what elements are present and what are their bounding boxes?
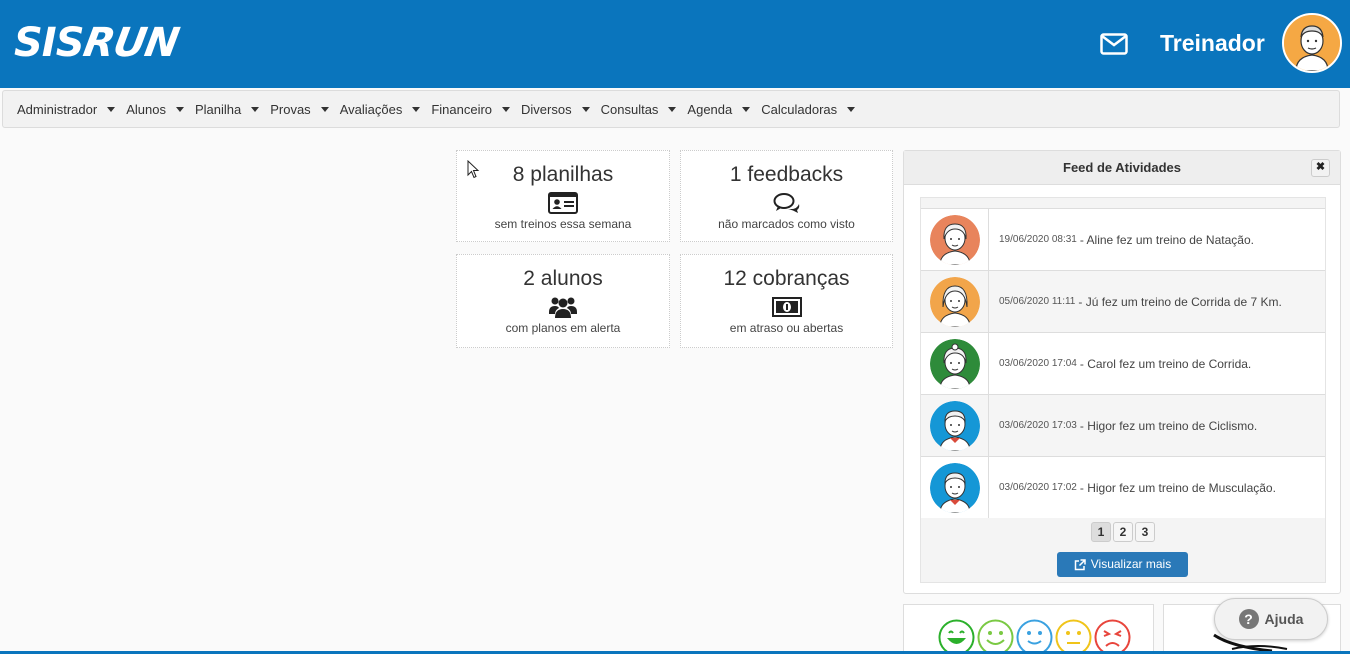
- sisrun-logo[interactable]: SIS RUN: [14, 20, 181, 66]
- card-count: 8 planilhas: [512, 163, 614, 186]
- feed-date: 03/06/2020 17:04: [999, 358, 1077, 369]
- feed-text: - Carol fez um treino de Corrida.: [1079, 356, 1252, 371]
- nav-label: Avaliações: [339, 101, 403, 117]
- user-avatar[interactable]: [1282, 13, 1342, 73]
- card-desc: em atraso ou abertas: [729, 321, 844, 335]
- caret-down-icon: [668, 106, 677, 112]
- nav-label: Alunos: [126, 101, 166, 117]
- id-card-icon: [548, 192, 578, 214]
- nav-label: Diversos: [521, 101, 572, 117]
- feed-text: - Higor fez um treino de Musculação.: [1079, 480, 1276, 495]
- nav-alunos[interactable]: Alunos: [126, 102, 184, 117]
- athlete-avatar: [929, 462, 980, 513]
- feed-date: 03/06/2020 17:02: [999, 482, 1077, 493]
- card-alunos[interactable]: 2 alunos com planos em alerta: [456, 254, 670, 348]
- feed-date: 05/06/2020 11:11: [999, 296, 1076, 307]
- logo-text-right: RUN: [79, 20, 182, 66]
- feed-row[interactable]: 03/06/2020 17:03- Higor fez um treino de…: [921, 394, 1325, 456]
- athlete-avatar: [929, 400, 980, 451]
- feed-table: 19/06/2020 08:31- Aline fez um treino de…: [921, 208, 1325, 518]
- feed-text: - Aline fez um treino de Natação.: [1079, 232, 1254, 247]
- nav-label: Financeiro: [431, 101, 493, 117]
- help-label: Ajuda: [1264, 611, 1304, 627]
- nav-label: Calculadoras: [761, 101, 838, 117]
- card-count: 12 cobranças: [723, 267, 850, 290]
- help-button[interactable]: ? Ajuda: [1214, 598, 1328, 640]
- question-icon: ?: [1238, 609, 1259, 629]
- athlete-avatar: [929, 276, 980, 327]
- money-icon: [771, 297, 802, 317]
- feed-pagination: 1 2 3: [921, 522, 1325, 542]
- trainer-face-icon: [1284, 15, 1340, 71]
- feed-row[interactable]: 03/06/2020 17:04- Carol fez um treino de…: [921, 332, 1325, 394]
- card-desc: sem treinos essa semana: [494, 217, 632, 231]
- user-name[interactable]: Treinador: [1160, 30, 1265, 57]
- comments-icon: [773, 193, 799, 213]
- feed-list-container: 19/06/2020 08:31- Aline fez um treino de…: [920, 197, 1326, 583]
- card-count: 1 feedbacks: [729, 163, 844, 186]
- smile-face-icon[interactable]: [1016, 619, 1053, 654]
- feed-title: Feed de Atividades: [1063, 160, 1181, 175]
- logo-text-left: SIS: [14, 20, 84, 66]
- external-link-icon: [1074, 558, 1086, 570]
- card-cobrancas[interactable]: 12 cobranças em atraso ou abertas: [680, 254, 893, 348]
- nav-diversos[interactable]: Diversos: [521, 102, 590, 117]
- envelope-icon[interactable]: [1100, 33, 1128, 55]
- caret-down-icon: [412, 106, 421, 112]
- feed-row[interactable]: 03/06/2020 17:02- Higor fez um treino de…: [921, 456, 1325, 518]
- page-2-button[interactable]: 2: [1113, 522, 1133, 542]
- angry-face-icon[interactable]: [1094, 619, 1131, 654]
- feed-date: 03/06/2020 17:03: [999, 420, 1077, 431]
- nav-agenda[interactable]: Agenda: [687, 101, 751, 117]
- nav-label: Agenda: [687, 101, 733, 117]
- feed-row[interactable]: 05/06/2020 11:11- Jú fez um treino de Co…: [921, 270, 1325, 332]
- nav-label: Consultas: [600, 101, 659, 117]
- nav-financeiro[interactable]: Financeiro: [431, 101, 511, 117]
- feed-text: - Higor fez um treino de Ciclismo.: [1079, 418, 1258, 433]
- caret-down-icon: [742, 106, 751, 112]
- mood-smileys: [938, 619, 1131, 654]
- users-icon: [549, 297, 577, 318]
- close-icon[interactable]: ✖: [1311, 159, 1330, 177]
- nav-calculadoras[interactable]: Calculadoras: [761, 101, 856, 117]
- activity-feed-panel: Feed de Atividades ✖ 19/06/2020 08:31- A…: [903, 150, 1341, 594]
- nav-avaliacoes[interactable]: Avaliações: [340, 102, 421, 117]
- feed-date: 19/06/2020 08:31: [999, 234, 1077, 245]
- feed-row[interactable]: 19/06/2020 08:31- Aline fez um treino de…: [921, 208, 1325, 270]
- feed-text: - Jú fez um treino de Corrida de 7 Km.: [1078, 294, 1282, 309]
- app-header: SIS RUN Treinador: [0, 0, 1350, 88]
- caret-down-icon: [175, 106, 184, 112]
- feed-header: Feed de Atividades ✖: [904, 151, 1340, 185]
- nav-label: Planilha: [194, 101, 242, 117]
- page-1-button[interactable]: 1: [1091, 522, 1111, 542]
- caret-down-icon: [502, 106, 511, 112]
- main-nav: Administrador Alunos Planilha Provas Ava…: [2, 90, 1340, 128]
- caret-down-icon: [320, 106, 329, 112]
- mood-panel: [903, 604, 1154, 654]
- card-feedbacks[interactable]: 1 feedbacks não marcados como visto: [680, 150, 893, 242]
- card-planilhas[interactable]: 8 planilhas sem treinos essa semana: [456, 150, 670, 242]
- card-desc: não marcados como visto: [718, 217, 855, 231]
- page-3-button[interactable]: 3: [1135, 522, 1155, 542]
- nav-label: Administrador: [17, 101, 98, 117]
- very-happy-face-icon[interactable]: [938, 619, 975, 654]
- nav-administrador[interactable]: Administrador: [17, 101, 116, 117]
- nav-planilha[interactable]: Planilha: [194, 101, 260, 117]
- nav-consultas[interactable]: Consultas: [601, 102, 677, 117]
- caret-down-icon: [847, 106, 856, 112]
- athlete-avatar: [929, 338, 980, 389]
- athlete-avatar: [929, 214, 980, 265]
- card-count: 2 alunos: [523, 267, 603, 290]
- caret-down-icon: [581, 106, 590, 112]
- view-more-button[interactable]: Visualizar mais: [1057, 552, 1188, 577]
- nav-provas[interactable]: Provas: [270, 101, 329, 117]
- card-desc: com planos em alerta: [505, 321, 621, 335]
- nav-label: Provas: [270, 101, 311, 117]
- happy-face-icon[interactable]: [977, 619, 1014, 654]
- mouse-cursor-icon: [467, 160, 480, 179]
- neutral-face-icon[interactable]: [1055, 619, 1092, 654]
- caret-down-icon: [251, 106, 260, 112]
- view-more-label: Visualizar mais: [1090, 557, 1172, 571]
- caret-down-icon: [107, 106, 116, 112]
